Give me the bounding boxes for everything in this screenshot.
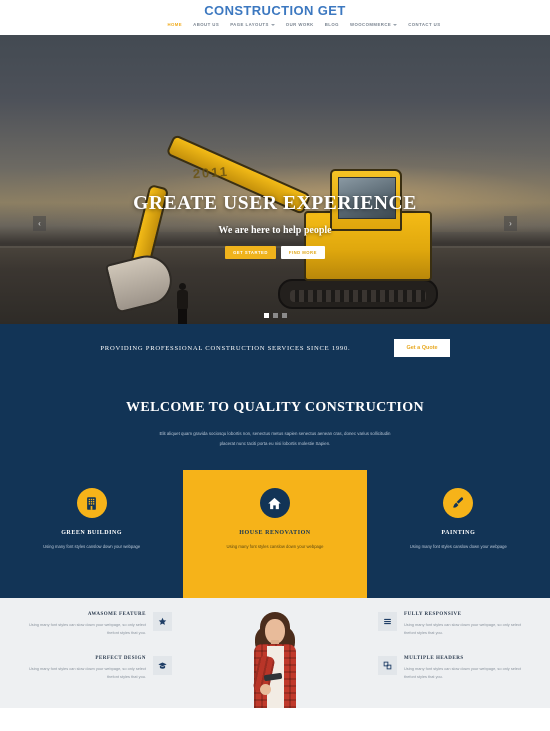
feature-description: Using many font styles can slow down you…	[29, 622, 146, 635]
welcome-heading: WELCOME TO QUALITY CONSTRUCTION	[125, 400, 425, 415]
nav-label: PAGE LAYOUTS	[230, 22, 269, 27]
slider-prev-arrow-icon[interactable]: ‹	[33, 216, 46, 231]
site-header: CONSTRUCTION GET HOME ABOUT US PAGE LAYO…	[0, 0, 550, 35]
excavator-bucket	[104, 250, 178, 314]
home-icon	[259, 488, 290, 519]
feature-description: Using many font styles can slow down you…	[29, 666, 146, 679]
slider-next-arrow-icon[interactable]: ›	[504, 216, 517, 231]
features-left-column: AWASOME FEATURE Using many font styles c…	[22, 612, 172, 680]
service-title: GREEN BUILDING	[61, 530, 123, 537]
feature-item-perfect-design[interactable]: PERFECT DESIGN Using many font styles ca…	[22, 656, 172, 680]
building-icon	[76, 488, 107, 519]
site-logo[interactable]: CONSTRUCTION GET	[204, 3, 345, 18]
nav-label: ABOUT US	[193, 22, 220, 27]
service-description: Using many font styles canslow down your…	[226, 544, 324, 550]
feature-title: MULTIPLE HEADERS	[404, 656, 464, 662]
service-card-house-renovation[interactable]: HOUSE RENOVATION Using many font styles …	[183, 470, 367, 599]
feature-title: FULLY RESPONSIVE	[404, 612, 462, 618]
nav-item-about-us[interactable]: ABOUT US	[193, 22, 219, 27]
slider-dot-1[interactable]	[263, 313, 269, 318]
features-right-column: FULLY RESPONSIVE Using many font styles …	[378, 612, 528, 680]
service-title: HOUSE RENOVATION	[239, 530, 311, 537]
nav-item-woocommerce[interactable]: WOOCOMMERCE	[349, 22, 398, 27]
feature-item-multiple-headers[interactable]: MULTIPLE HEADERS Using many font styles …	[378, 656, 528, 680]
feature-description: Using many font styles can slow down you…	[404, 666, 521, 679]
chevron-down-icon	[270, 23, 275, 26]
hero-button-group: Get Started Find More	[0, 246, 550, 259]
nav-item-our-work[interactable]: OUR WORK	[286, 22, 314, 27]
nav-label: BLOG	[324, 22, 339, 27]
hero-title: GREATE USER EXPERIENCE	[133, 193, 417, 214]
get-started-button[interactable]: Get Started	[225, 246, 276, 259]
layers-icon	[378, 656, 397, 676]
feature-description: Using many font styles can slow down you…	[404, 622, 521, 635]
nav-label: HOME	[167, 22, 183, 27]
service-title: PAINTING	[441, 530, 476, 537]
feature-photo	[176, 612, 374, 709]
paintbrush-icon	[443, 488, 474, 519]
nav-item-blog[interactable]: BLOG	[325, 22, 339, 27]
star-icon	[153, 612, 172, 632]
features-section: AWASOME FEATURE Using many font styles c…	[0, 598, 550, 709]
hero-subtitle: We are here to help people	[218, 225, 332, 236]
service-card-painting[interactable]: PAINTING Using many font styles canslow …	[367, 470, 550, 598]
service-card-green-building[interactable]: GREEN BUILDING Using many font styles ca…	[0, 470, 183, 598]
graduation-cap-icon	[153, 656, 172, 676]
nav-item-home[interactable]: HOME	[167, 22, 182, 27]
find-more-button[interactable]: Find More	[280, 246, 325, 259]
nav-item-page-layouts[interactable]: PAGE LAYOUTS	[230, 22, 275, 27]
menu-lines-icon	[378, 612, 397, 632]
slider-dot-3[interactable]	[281, 313, 287, 318]
excavator-track	[278, 279, 438, 309]
services-section: GREEN BUILDING Using many font styles ca…	[0, 448, 550, 599]
hero-content: GREATE USER EXPERIENCE We are here to he…	[0, 193, 550, 259]
service-description: Using many font styles canslow down your…	[409, 544, 507, 550]
slider-dot-2[interactable]	[272, 313, 278, 318]
get-a-quote-button[interactable]: Get a Quote	[394, 339, 450, 357]
feature-title: AWASOME FEATURE	[87, 612, 146, 618]
service-description: Using many font styles canslow down your…	[43, 544, 141, 550]
cta-bar: PROVIDING PROFESSIONAL CONSTRUCTION SERV…	[0, 324, 550, 372]
hero-slider: 2011 GREATE USER EXPERIENCE We are here …	[0, 35, 550, 324]
chevron-down-icon	[393, 23, 398, 26]
slider-pagination	[0, 313, 550, 318]
worker-photo-illustration	[242, 612, 308, 709]
cta-text: PROVIDING PROFESSIONAL CONSTRUCTION SERV…	[100, 344, 351, 352]
feature-item-fully-responsive[interactable]: FULLY RESPONSIVE Using many font styles …	[378, 612, 528, 636]
nav-item-contact-us[interactable]: CONTACT US	[408, 22, 440, 27]
welcome-section: WELCOME TO QUALITY CONSTRUCTION Elit ali…	[0, 372, 550, 449]
nav-label: WOOCOMMERCE	[349, 22, 392, 27]
feature-title: PERFECT DESIGN	[95, 656, 146, 662]
feature-item-awasome-feature[interactable]: AWASOME FEATURE Using many font styles c…	[22, 612, 172, 636]
welcome-paragraph: Elit aliquet quam gravida sociosqu lobor…	[159, 431, 391, 446]
nav-label: CONTACT US	[408, 22, 441, 27]
main-navigation: HOME ABOUT US PAGE LAYOUTS OUR WORK BLOG…	[167, 22, 440, 27]
nav-label: OUR WORK	[285, 22, 314, 27]
